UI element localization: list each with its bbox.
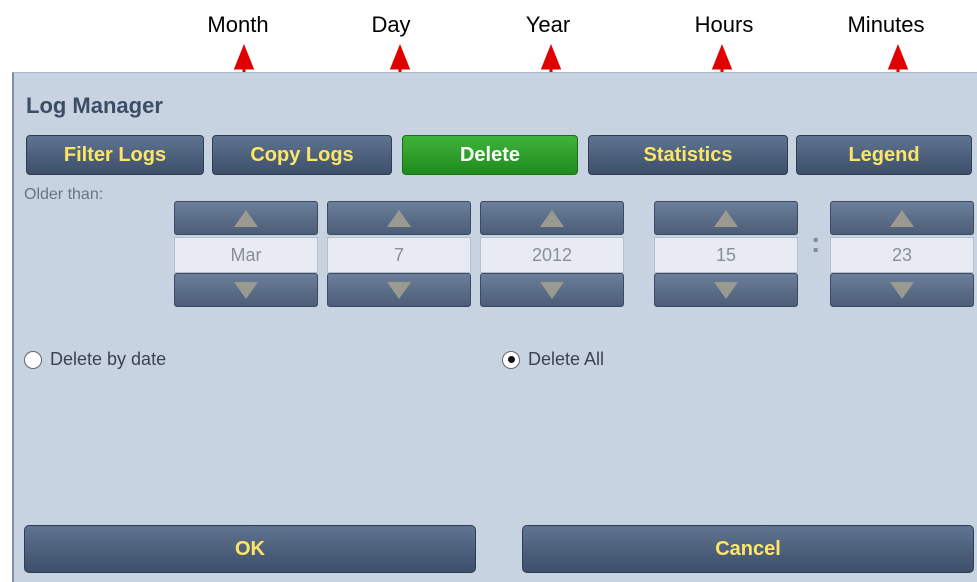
up-arrow-icon (890, 209, 914, 227)
delete-by-date-radio[interactable] (24, 350, 42, 369)
older-than-label: Older than: (24, 186, 104, 203)
cancel-button[interactable]: Cancel (522, 525, 974, 573)
hours-value[interactable]: 15 (654, 237, 798, 273)
annotation-year: Year (525, 12, 571, 37)
log-manager-window: Log Manager Filter Logs Copy Logs Delete… (12, 72, 977, 582)
delete-all-radio[interactable] (502, 350, 520, 369)
year-value[interactable]: 2012 (480, 237, 624, 273)
month-down-button[interactable] (174, 273, 318, 307)
down-arrow-icon (387, 281, 411, 299)
day-down-button[interactable] (327, 273, 471, 307)
copy-logs-button[interactable]: Copy Logs (212, 135, 392, 175)
hours-down-button[interactable] (654, 273, 798, 307)
delete-by-date-label: Delete by date (50, 349, 167, 369)
hours-up-button[interactable] (654, 201, 798, 235)
filter-logs-button[interactable]: Filter Logs (26, 135, 204, 175)
minutes-arrowhead (887, 43, 909, 70)
minutes-down-button[interactable] (830, 273, 974, 307)
up-arrow-icon (540, 209, 564, 227)
delete-button[interactable]: Delete (402, 135, 578, 175)
delete-by-date-option[interactable]: Delete by date (24, 349, 166, 370)
annotation-day: Day (371, 12, 411, 37)
annotation-hours: Hours (694, 12, 754, 37)
down-arrow-icon (234, 281, 258, 299)
down-arrow-icon (890, 281, 914, 299)
year-arrowhead (540, 43, 562, 70)
year-down-button[interactable] (480, 273, 624, 307)
month-value[interactable]: Mar (174, 237, 318, 273)
day-up-button[interactable] (327, 201, 471, 235)
delete-all-option[interactable]: Delete All (502, 349, 604, 370)
time-separator: : (811, 227, 821, 258)
minutes-value[interactable]: 23 (830, 237, 974, 273)
up-arrow-icon (234, 209, 258, 227)
down-arrow-icon (714, 281, 738, 299)
minutes-up-button[interactable] (830, 201, 974, 235)
day-arrowhead (389, 43, 411, 70)
statistics-button[interactable]: Statistics (588, 135, 788, 175)
delete-all-label: Delete All (528, 349, 605, 369)
down-arrow-icon (540, 281, 564, 299)
window-title: Log Manager (26, 93, 163, 118)
month-up-button[interactable] (174, 201, 318, 235)
up-arrow-icon (387, 209, 411, 227)
year-up-button[interactable] (480, 201, 624, 235)
up-arrow-icon (714, 209, 738, 227)
annotation-month: Month (207, 12, 269, 37)
radio-selected-dot (507, 356, 515, 363)
hours-arrowhead (711, 43, 733, 70)
annotation-minutes: Minutes (847, 12, 925, 37)
month-arrowhead (233, 43, 255, 70)
day-value[interactable]: 7 (327, 237, 471, 273)
ok-button[interactable]: OK (24, 525, 476, 573)
legend-button[interactable]: Legend (796, 135, 972, 175)
